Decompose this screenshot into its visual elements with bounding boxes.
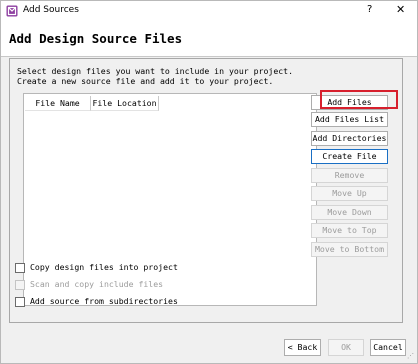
add-files-list-button[interactable]: Add Files List bbox=[311, 112, 388, 127]
cancel-button[interactable]: Cancel bbox=[370, 339, 406, 356]
remove-button[interactable]: Remove bbox=[311, 168, 388, 183]
column-header-file-name[interactable]: File Name bbox=[25, 96, 91, 111]
close-button[interactable]: ✕ bbox=[396, 3, 405, 16]
add-subdirs-label: Add source from subdirectories bbox=[30, 296, 178, 306]
help-button[interactable]: ? bbox=[367, 4, 372, 15]
window-title: Add Sources bbox=[23, 5, 79, 15]
description-line-1: Select design files you want to include … bbox=[17, 66, 294, 76]
add-directories-button[interactable]: Add Directories bbox=[311, 131, 388, 146]
add-sources-dialog: Add Sources ? ✕ Add Design Source Files … bbox=[0, 0, 418, 364]
move-down-button[interactable]: Move Down bbox=[311, 205, 388, 220]
description: Select design files you want to include … bbox=[17, 66, 293, 86]
column-header-file-location[interactable]: File Location bbox=[91, 96, 159, 111]
file-table[interactable]: File Name File Location bbox=[23, 93, 317, 306]
title-bar: Add Sources ? ✕ bbox=[1, 1, 417, 22]
description-line-2: Create a new source file and add it to y… bbox=[17, 76, 274, 86]
ok-button[interactable]: OK bbox=[328, 339, 364, 356]
dialog-header: Add Design Source Files bbox=[1, 22, 417, 57]
create-file-button[interactable]: Create File bbox=[311, 149, 388, 164]
copy-files-checkbox[interactable] bbox=[15, 263, 25, 273]
move-up-button[interactable]: Move Up bbox=[311, 186, 388, 201]
copy-files-label: Copy design files into project bbox=[30, 262, 178, 272]
vivado-logo-icon bbox=[6, 5, 18, 17]
page-title: Add Design Source Files bbox=[9, 31, 183, 46]
move-to-top-button[interactable]: Move to Top bbox=[311, 223, 388, 238]
add-subdirs-checkbox[interactable] bbox=[15, 297, 25, 307]
scan-include-checkbox[interactable] bbox=[15, 280, 25, 290]
scan-include-label: Scan and copy include files bbox=[30, 279, 164, 289]
add-files-highlight bbox=[320, 90, 398, 109]
back-button[interactable]: < Back bbox=[284, 339, 321, 356]
move-to-bottom-button[interactable]: Move to Bottom bbox=[311, 242, 388, 257]
resize-grip-icon[interactable]: ⋰ bbox=[407, 352, 414, 360]
